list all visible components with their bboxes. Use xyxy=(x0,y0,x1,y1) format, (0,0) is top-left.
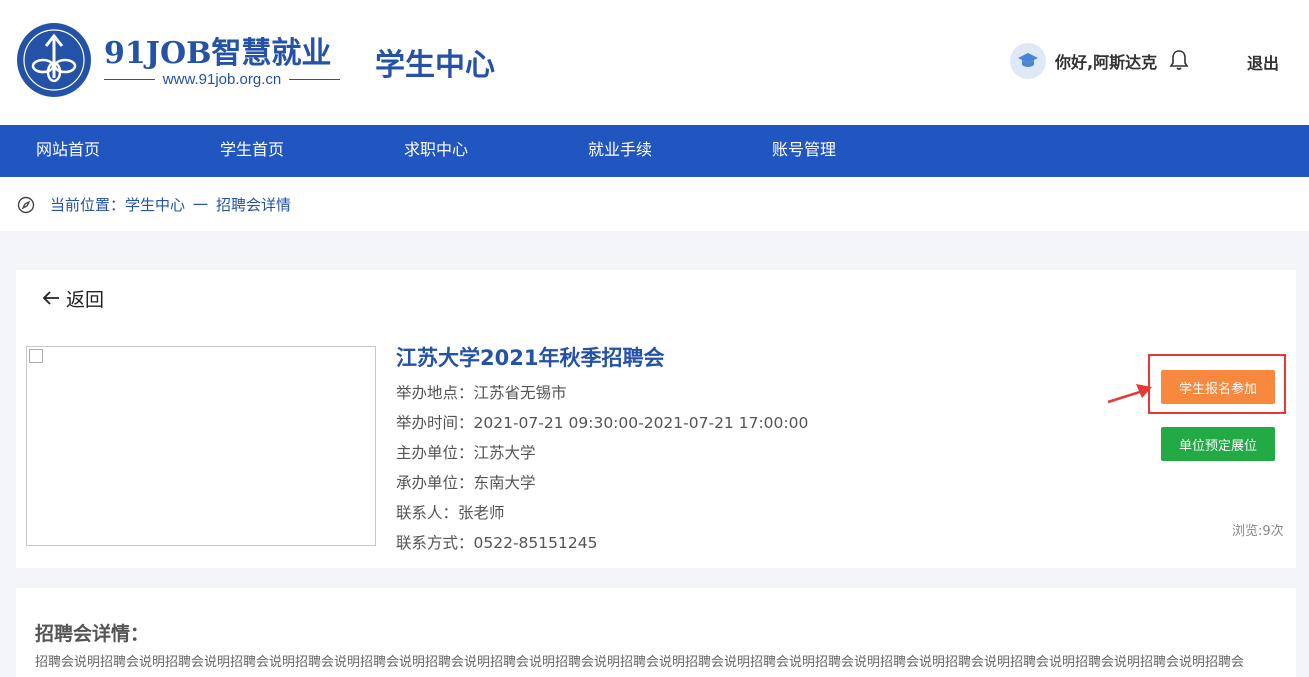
arrow-left-icon xyxy=(42,291,59,305)
breadcrumb: 当前位置：学生中心一招聘会详情 xyxy=(0,177,1309,231)
fair-organizer: 承办单位：东南大学 xyxy=(396,474,536,492)
breadcrumb-prefix: 当前位置： xyxy=(50,196,126,214)
nav-item-student-home[interactable]: 学生首页 xyxy=(220,125,284,177)
logout-link[interactable]: 退出 xyxy=(1247,50,1279,74)
nav-item-account-management[interactable]: 账号管理 xyxy=(772,125,836,177)
booth-reserve-button[interactable]: 单位预定展位 xyxy=(1161,427,1275,461)
fair-host: 主办单位：江苏大学 xyxy=(396,444,536,462)
fair-time: 举办时间：2021-07-21 09:30:00-2021-07-21 17:0… xyxy=(396,414,809,432)
fair-title: 江苏大学2021年秋季招聘会 xyxy=(396,346,665,370)
fair-image xyxy=(26,346,376,546)
logo-url: www.91job.org.cn xyxy=(162,70,282,88)
page-section-title: 学生中心 xyxy=(375,48,495,83)
logo-url-row: www.91job.org.cn xyxy=(104,70,340,88)
nav-item-employment-procedures[interactable]: 就业手续 xyxy=(588,125,652,177)
bell-icon[interactable] xyxy=(1169,49,1189,71)
breadcrumb-separator: 一 xyxy=(193,196,209,214)
breadcrumb-student-center[interactable]: 学生中心 xyxy=(125,194,185,215)
logo-emblem-icon[interactable] xyxy=(16,22,92,98)
back-label: 返回 xyxy=(66,288,105,311)
view-count: 浏览:9次 xyxy=(1232,524,1284,539)
nav-item-job-center[interactable]: 求职中心 xyxy=(404,125,468,177)
user-greeting: 你好,阿斯达克 xyxy=(1055,53,1158,72)
compass-icon xyxy=(17,196,35,214)
main-nav: 网站首页 学生首页 求职中心 就业手续 账号管理 xyxy=(0,125,1309,177)
nav-item-site-home[interactable]: 网站首页 xyxy=(36,125,100,177)
fair-details-card: 招聘会详情： 招聘会说明招聘会说明招聘会说明招聘会说明招聘会说明招聘会说明招聘会… xyxy=(16,588,1296,677)
back-button[interactable]: 返回 xyxy=(42,286,105,311)
graduation-cap-icon xyxy=(1018,53,1038,67)
fair-location: 举办地点：江苏省无锡市 xyxy=(396,384,567,402)
student-register-button[interactable]: 学生报名参加 xyxy=(1161,370,1275,404)
details-heading: 招聘会详情： xyxy=(35,623,150,645)
fair-contact: 联系人：张老师 xyxy=(396,504,505,522)
breadcrumb-text: 当前位置：学生中心一招聘会详情 xyxy=(50,194,291,215)
site-header: 91JOB智慧就业 www.91job.org.cn 学生中心 你好,阿斯达克 … xyxy=(0,0,1309,125)
details-body: 招聘会说明招聘会说明招聘会说明招聘会说明招聘会说明招聘会说明招聘会说明招聘会说明… xyxy=(35,655,1245,670)
fair-phone: 联系方式：0522-85151245 xyxy=(396,534,598,552)
breadcrumb-current: 招聘会详情 xyxy=(216,196,292,214)
logo-line-right xyxy=(289,78,340,80)
broken-image-icon xyxy=(29,349,43,363)
job-fair-card: 返回 江苏大学2021年秋季招聘会 举办地点：江苏省无锡市 举办时间：2021-… xyxy=(16,270,1296,568)
logo-text[interactable]: 91JOB智慧就业 xyxy=(104,28,331,72)
logo-line-left xyxy=(104,78,155,80)
user-avatar[interactable] xyxy=(1010,43,1046,79)
